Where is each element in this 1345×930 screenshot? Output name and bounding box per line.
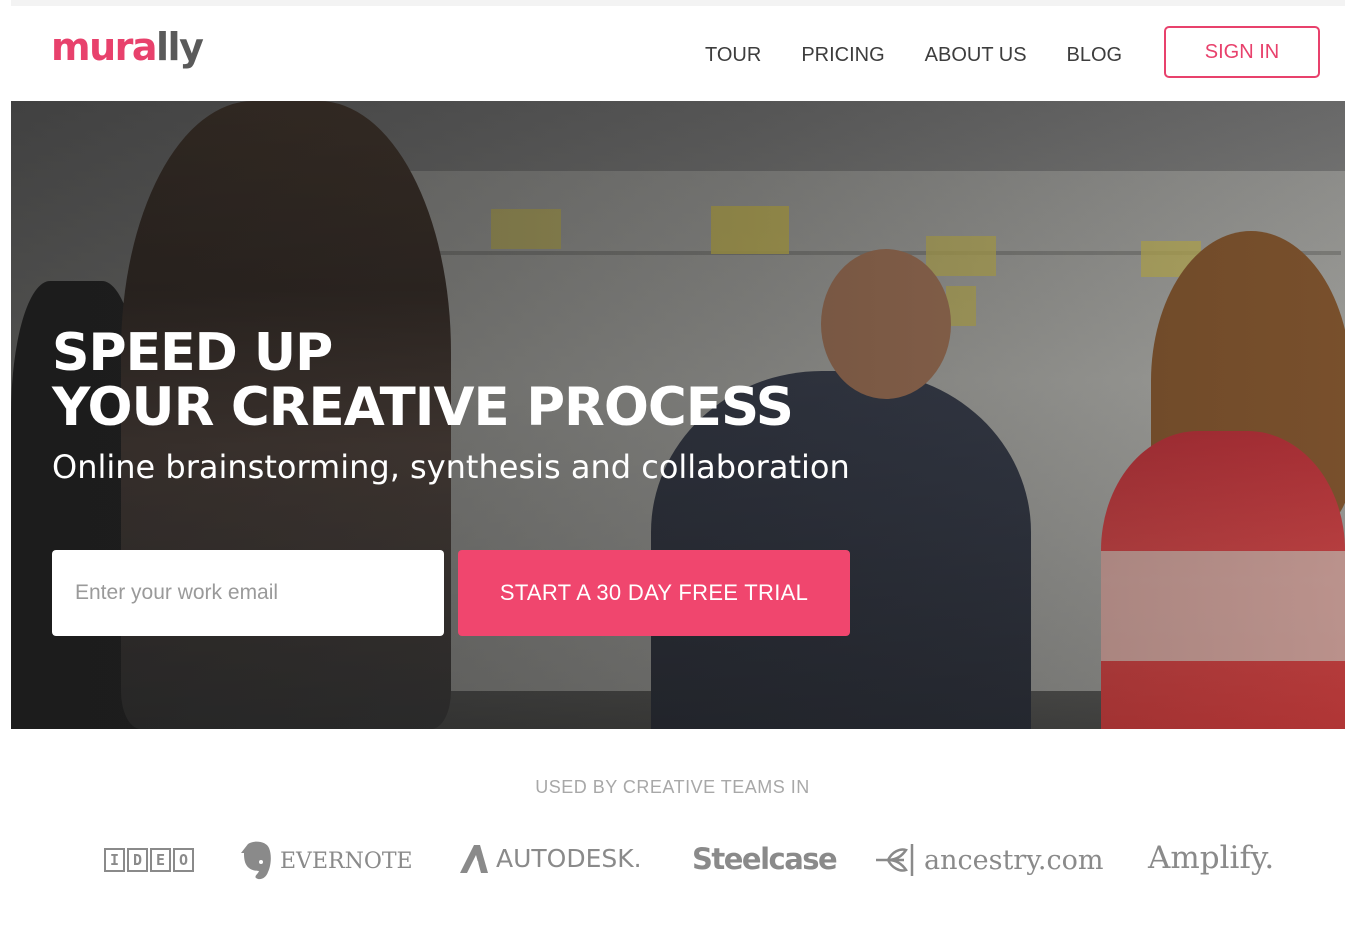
clients-heading: USED BY CREATIVE TEAMS IN: [535, 777, 810, 797]
main-nav: TOUR PRICING ABOUT US BLOG: [705, 42, 1162, 68]
nav-about-us[interactable]: ABOUT US: [925, 42, 1027, 68]
sign-in-button[interactable]: SIGN IN: [1164, 26, 1320, 78]
free-trial-button[interactable]: START A 30 DAY FREE TRIAL: [458, 550, 850, 636]
ideo-letter: O: [173, 848, 194, 872]
ancestry-wordmark: ancestry.com: [924, 844, 1104, 876]
evernote-wordmark: EVERNOTE: [280, 848, 413, 874]
murally-logo[interactable]: murally: [51, 22, 204, 72]
hero-subtitle: Online brainstorming, synthesis and coll…: [52, 448, 850, 486]
ideo-letter: I: [104, 848, 125, 872]
site-header: murally TOUR PRICING ABOUT US BLOG SIGN …: [11, 6, 1345, 101]
ideo-logo: I D E O: [104, 848, 194, 872]
hero-section: SPEED UP YOUR CREATIVE PROCESS Online br…: [11, 101, 1345, 729]
nav-tour[interactable]: TOUR: [705, 42, 761, 68]
nav-blog[interactable]: BLOG: [1067, 42, 1123, 68]
steelcase-logo: Steelcase: [692, 842, 838, 876]
ideo-letter: E: [150, 848, 171, 872]
hero-title-light: YOUR CREATIVE PROCESS: [52, 377, 794, 438]
hero-title-bold: SPEED UP: [52, 323, 333, 383]
ideo-letter: D: [127, 848, 148, 872]
autodesk-a-icon: [460, 845, 488, 873]
autodesk-logo: AUTODESK.: [458, 843, 642, 873]
ancestry-logo: ancestry.com: [874, 842, 1103, 878]
elephant-icon: [241, 841, 271, 880]
leaf-icon: [876, 844, 914, 876]
steelcase-wordmark: Steelcase: [692, 842, 838, 876]
logo-part-pink: mura: [51, 25, 158, 69]
amplify-logo: Amplify.: [1148, 840, 1274, 876]
nav-pricing[interactable]: PRICING: [801, 42, 884, 68]
amplify-wordmark: Amplify.: [1148, 840, 1275, 876]
evernote-logo: EVERNOTE: [240, 840, 413, 882]
autodesk-wordmark: AUTODESK.: [496, 843, 642, 873]
work-email-input[interactable]: [52, 550, 444, 636]
logo-part-grey: lly: [156, 25, 204, 69]
